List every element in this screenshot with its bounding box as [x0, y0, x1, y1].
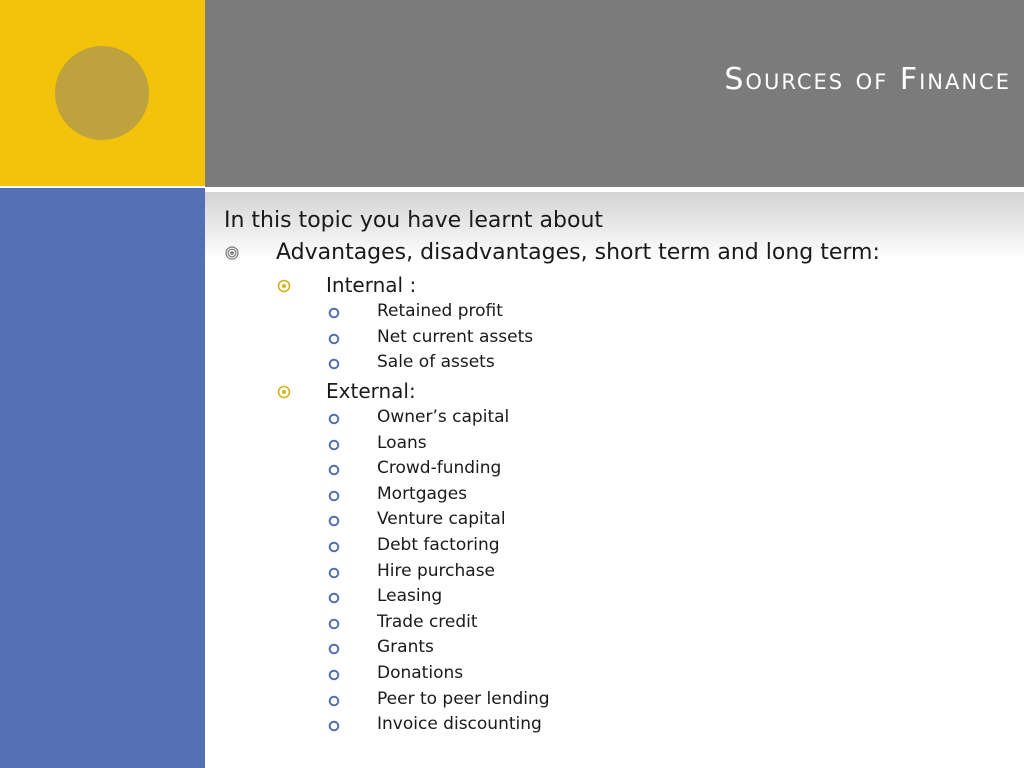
internal-list-item: Retained profit [377, 301, 503, 321]
ring-bullet-icon [328, 464, 340, 476]
main-point-text: Advantages, disadvantages, short term an… [276, 240, 880, 265]
slide-content: In this topic you have learnt about Adva… [0, 0, 1024, 768]
external-list-item: Crowd-funding [377, 458, 502, 479]
internal-label: Internal : [326, 273, 417, 297]
ring-bullet-icon [328, 333, 340, 344]
dotted-circle-bullet-icon [277, 385, 291, 399]
ring-bullet-icon [328, 695, 340, 706]
dotted-circle-bullet-icon [277, 279, 291, 293]
ring-bullet-icon [328, 358, 340, 370]
internal-list-item: Net current assets [377, 326, 534, 347]
external-list-item: Loans [377, 432, 427, 453]
external-list-item: Trade credit [377, 611, 478, 632]
external-list-item: Mortgages [377, 483, 468, 504]
ring-bullet-icon [328, 490, 340, 502]
ring-bullet-icon [328, 413, 340, 425]
intro-text: In this topic you have learnt about [224, 208, 604, 233]
ring-bullet-icon [328, 516, 340, 527]
external-list-item: Invoice discounting [377, 714, 542, 735]
internal-list-item: Sale of assets [377, 352, 495, 373]
ring-bullet-icon [328, 307, 340, 319]
slide: Sources of Finance In this topic you hav… [0, 0, 1024, 768]
ring-bullet-icon [328, 541, 340, 553]
ring-bullet-icon [328, 669, 340, 681]
external-list-item: Debt factoring [377, 535, 500, 555]
external-label: External: [326, 379, 416, 403]
external-list-item: Grants [377, 637, 434, 658]
external-list-item: Owner’s capital [377, 407, 510, 427]
ring-bullet-icon [328, 644, 340, 655]
external-list-item: Hire purchase [377, 560, 496, 581]
external-list-item: Peer to peer lending [377, 688, 550, 709]
ring-bullet-icon [328, 567, 340, 578]
ring-bullet-icon [328, 618, 340, 630]
external-list-item: Donations [377, 663, 464, 683]
concentric-circle-bullet-icon [225, 246, 239, 260]
ring-bullet-icon [328, 720, 340, 732]
ring-bullet-icon [328, 439, 340, 450]
external-list-item: Leasing [377, 586, 443, 607]
external-list-item: Venture capital [377, 509, 506, 530]
ring-bullet-icon [328, 592, 340, 604]
